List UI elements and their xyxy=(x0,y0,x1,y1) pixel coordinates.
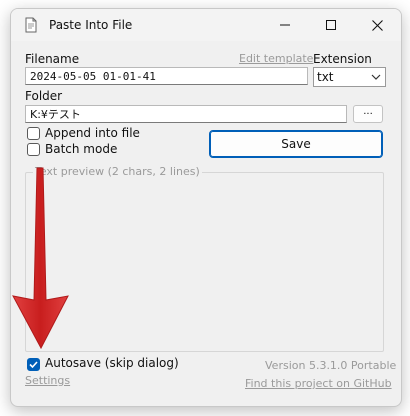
github-link[interactable]: Find this project on GitHub xyxy=(245,377,392,390)
settings-link[interactable]: Settings xyxy=(25,374,70,387)
filename-label: Filename xyxy=(25,52,80,66)
autosave-checkbox[interactable] xyxy=(27,358,40,371)
autosave-label: Autosave (skip dialog) xyxy=(45,356,179,370)
checkmark-icon xyxy=(29,361,38,369)
folder-label: Folder xyxy=(25,89,63,103)
minimize-icon xyxy=(280,24,290,26)
chevron-down-icon xyxy=(371,74,381,80)
edit-template-link[interactable]: Edit template xyxy=(239,52,313,65)
paste-into-file-window: Paste Into File Filename Edit template E… xyxy=(10,8,402,407)
document-icon xyxy=(25,17,37,33)
batch-mode-label: Batch mode xyxy=(45,142,118,156)
maximize-icon xyxy=(326,20,336,30)
filename-input[interactable]: 2024-05-05 01-01-41 xyxy=(25,67,308,85)
browse-folder-button[interactable]: ... xyxy=(353,105,383,123)
extension-value: txt xyxy=(317,70,334,84)
save-button[interactable]: Save xyxy=(209,130,383,158)
extension-select[interactable]: txt xyxy=(313,67,386,87)
extension-label: Extension xyxy=(313,52,372,66)
folder-input[interactable]: K:¥テスト xyxy=(25,105,347,123)
text-preview-groupbox xyxy=(25,172,384,352)
window-title: Paste Into File xyxy=(49,18,133,32)
text-preview-label: Text preview (2 chars, 2 lines) xyxy=(33,165,202,178)
append-label: Append into file xyxy=(45,126,140,140)
close-button[interactable] xyxy=(354,9,400,41)
version-text: Version 5.3.1.0 Portable xyxy=(265,359,397,372)
append-checkbox[interactable] xyxy=(27,127,40,140)
close-icon xyxy=(371,19,383,31)
title-bar: Paste Into File xyxy=(11,9,401,41)
maximize-button[interactable] xyxy=(308,9,354,41)
batch-mode-checkbox[interactable] xyxy=(27,143,40,156)
minimize-button[interactable] xyxy=(262,9,308,41)
